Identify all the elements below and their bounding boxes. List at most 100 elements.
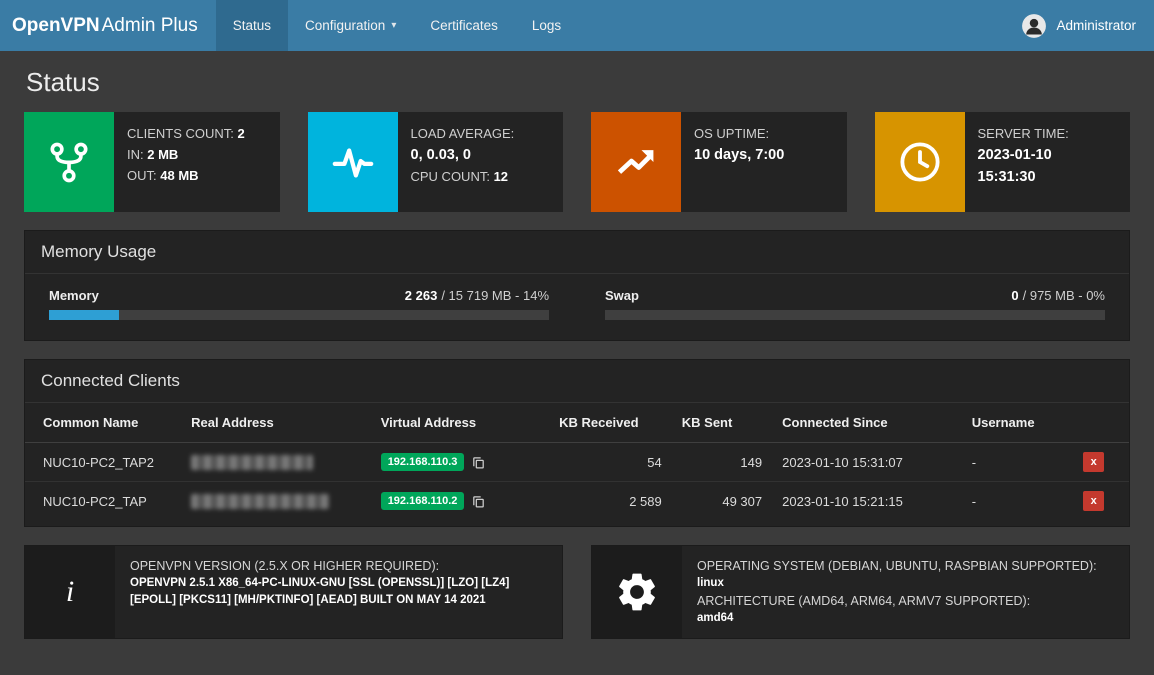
server-time-label: SERVER TIME: [977,126,1069,141]
username-label: Administrator [1056,18,1136,33]
col-header-connected-since: Connected Since [772,403,962,443]
copy-ip-button[interactable] [471,455,486,470]
info-row: i OPENVPN VERSION (2.5.X OR HIGHER REQUI… [24,545,1130,639]
gear-icon [592,546,682,638]
info-icon: i [25,546,115,638]
client-kb-received: 54 [549,442,672,482]
connected-clients-panel: Connected Clients Common Name Real Addre… [24,359,1130,527]
col-header-common-name: Common Name [25,403,182,443]
client-row: NUC10-PC2_TAP 192.168.110.2 2 589 49 307… [25,482,1129,521]
client-connected-since: 2023-01-10 15:21:15 [782,493,903,509]
stat-uptime-body: OS UPTIME: 10 days, 7:00 [681,112,847,212]
clients-table: Common Name Real Address Virtual Address… [25,403,1129,520]
client-kb-sent: 149 [671,442,773,482]
clients-out-value: 48 MB [160,168,199,183]
nav-item-configuration-label: Configuration [305,18,386,33]
pulse-icon [307,112,398,212]
os-uptime-label: OS UPTIME: [694,126,770,141]
fork-icon [24,112,114,212]
arch-label: ARCHITECTURE (AMD64, ARM64, ARMV7 SUPPOR… [697,593,1031,608]
swap-used-value: 0 [1011,288,1019,303]
memory-usage-title: Memory Usage [25,231,1129,274]
client-kb-sent: 49 307 [722,493,763,509]
user-avatar-icon [1021,13,1047,39]
swap-label: Swap [605,288,639,303]
clients-table-header-row: Common Name Real Address Virtual Address… [25,403,1129,443]
memory-usage-body: Memory 2 263/ 15 719 MB - 14% Swap 0/ 97… [25,274,1129,340]
load-average-label: LOAD AVERAGE: [410,126,515,141]
openvpn-version-label: OPENVPN VERSION (2.5.X OR HIGHER REQUIRE… [130,559,440,573]
content: Status CLIENTS COUNT: 2 IN: 2 MB OUT: 48… [0,51,1154,639]
clients-out-label: OUT: [127,168,157,183]
memory-total-value: / 15 719 MB - 14% [441,288,549,303]
nav-item-logs[interactable]: Logs [515,0,578,51]
memory-progress-fill [49,310,119,320]
swap-meter: Swap 0/ 975 MB - 0% [605,288,1105,320]
stat-clients-body: CLIENTS COUNT: 2 IN: 2 MB OUT: 48 MB [114,112,280,212]
client-kb-received: 2 589 [629,493,662,509]
client-common-name: NUC10-PC2_TAP2 [25,442,182,482]
clients-count-value: 2 [237,126,245,141]
cpu-count-value: 12 [493,169,509,184]
page-title: Status [26,67,100,97]
nav-item-status[interactable]: Status [215,0,289,51]
openvpn-version-panel: i OPENVPN VERSION (2.5.X OR HIGHER REQUI… [24,545,563,639]
clock-icon [874,112,965,212]
cpu-count-label: CPU COUNT: [410,169,490,184]
brand[interactable]: OpenVPN Admin Plus [0,0,216,51]
clients-in-value: 2 MB [147,147,179,162]
stat-card-load: LOAD AVERAGE: 0, 0.03, 0 CPU COUNT: 12 [307,112,564,212]
virtual-address-badge: 192.168.110.3 [380,453,465,471]
stat-card-server-time: SERVER TIME: 2023-01-10 15:31:30 [874,112,1131,212]
caret-down-icon: ▾ [391,20,397,31]
col-header-username: Username [961,403,1074,443]
col-header-kb-sent: KB Sent [671,403,773,443]
virtual-address-badge: 192.168.110.2 [380,492,465,510]
stat-server-time-body: SERVER TIME: 2023-01-10 15:31:30 [965,112,1131,212]
os-label: OPERATING SYSTEM (DEBIAN, UBUNTU, RASPBI… [697,559,1097,573]
main-nav: Status Configuration ▾ Certificates Logs [215,0,578,51]
os-value: linux [697,577,724,590]
real-address-masked [191,493,330,509]
os-uptime-value: 10 days, 7:00 [694,147,785,163]
stat-load-body: LOAD AVERAGE: 0, 0.03, 0 CPU COUNT: 12 [398,112,564,212]
disconnect-client-button[interactable]: x [1083,491,1105,511]
nav-item-certificates[interactable]: Certificates [413,0,515,51]
nav-item-configuration[interactable]: Configuration ▾ [288,0,413,51]
brand-bold: OpenVPN [12,14,100,36]
nav-item-status-label: Status [232,18,272,33]
swap-total-value: / 975 MB - 0% [1022,288,1105,303]
col-header-virtual-address: Virtual Address [370,403,550,443]
server-date-value: 2023-01-10 [977,147,1052,163]
client-row: NUC10-PC2_TAP2 192.168.110.3 54 149 2023… [25,442,1129,482]
info-glyph: i [65,574,75,608]
copy-ip-button[interactable] [471,494,486,509]
server-clock-value: 15:31:30 [977,169,1036,185]
system-info-body: OPERATING SYSTEM (DEBIAN, UBUNTU, RASPBI… [682,546,1112,638]
nav-item-certificates-label: Certificates [430,18,498,33]
arch-value: amd64 [697,611,734,624]
clipboard-icon [471,494,486,509]
system-info-panel: OPERATING SYSTEM (DEBIAN, UBUNTU, RASPBI… [591,545,1130,639]
swap-progressbar [605,310,1105,320]
load-average-value: 0, 0.03, 0 [410,147,471,163]
memory-label: Memory [49,288,99,303]
connected-clients-title: Connected Clients [25,360,1129,403]
memory-meter: Memory 2 263/ 15 719 MB - 14% [49,288,549,320]
col-header-real-address: Real Address [181,403,371,443]
brand-light: Admin Plus [101,14,198,36]
user-menu[interactable]: Administrator [1003,0,1154,51]
openvpn-version-body: OPENVPN VERSION (2.5.X OR HIGHER REQUIRE… [115,546,562,638]
clients-in-label: IN: [127,147,144,162]
memory-usage-panel: Memory Usage Memory 2 263/ 15 719 MB - 1… [24,230,1130,341]
client-username: - [971,493,977,509]
client-connected-since: 2023-01-10 15:31:07 [772,442,962,482]
client-username: - [961,442,1074,482]
col-header-actions [1073,403,1129,443]
disconnect-client-button[interactable]: x [1083,452,1105,472]
stat-card-uptime: OS UPTIME: 10 days, 7:00 [591,112,847,212]
stats-row: CLIENTS COUNT: 2 IN: 2 MB OUT: 48 MB LOA… [24,112,1130,212]
openvpn-version-value: OPENVPN 2.5.1 X86_64-PC-LINUX-GNU [SSL (… [130,577,510,606]
navbar: OpenVPN Admin Plus Status Configuration ▾… [0,0,1154,51]
clients-count-label: CLIENTS COUNT: [127,126,234,141]
